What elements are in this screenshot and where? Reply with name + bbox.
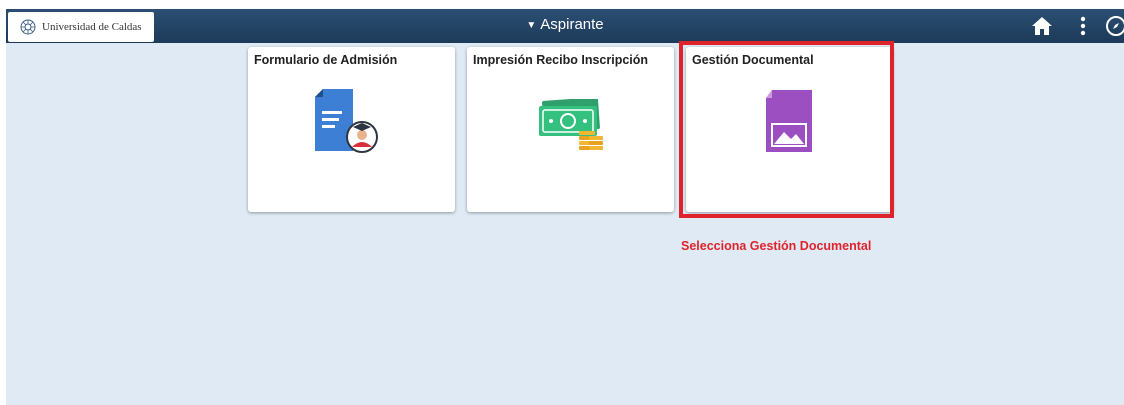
tile-impresion-recibo[interactable]: Impresión Recibo Inscripción	[467, 47, 674, 212]
tile-gestion-documental[interactable]: Gestión Documental	[686, 47, 893, 212]
home-icon[interactable]	[1031, 15, 1053, 37]
tile-title: Formulario de Admisión	[254, 53, 398, 67]
tile-formulario-admision[interactable]: Formulario de Admisión	[248, 47, 455, 212]
receipt-money-icon	[539, 99, 603, 150]
tile-title: Impresión Recibo Inscripción	[473, 53, 649, 67]
caret-down-icon: ▼	[526, 20, 537, 31]
page-title[interactable]: ▼ Aspirante	[6, 16, 1124, 33]
top-banner: Universidad de Caldas ▼ Aspirante	[6, 9, 1124, 43]
instruction-annotation: Selecciona Gestión Documental	[681, 239, 872, 253]
navbar-compass-icon[interactable]	[1105, 15, 1124, 37]
page-title-label: Aspirante	[540, 16, 604, 33]
tile-title: Gestión Documental	[692, 53, 814, 67]
page-canvas: Universidad de Caldas ▼ Aspirante Formula…	[6, 9, 1124, 405]
document-image-icon	[766, 90, 812, 152]
kebab-menu-icon[interactable]	[1072, 15, 1094, 37]
admission-form-icon	[315, 89, 378, 153]
